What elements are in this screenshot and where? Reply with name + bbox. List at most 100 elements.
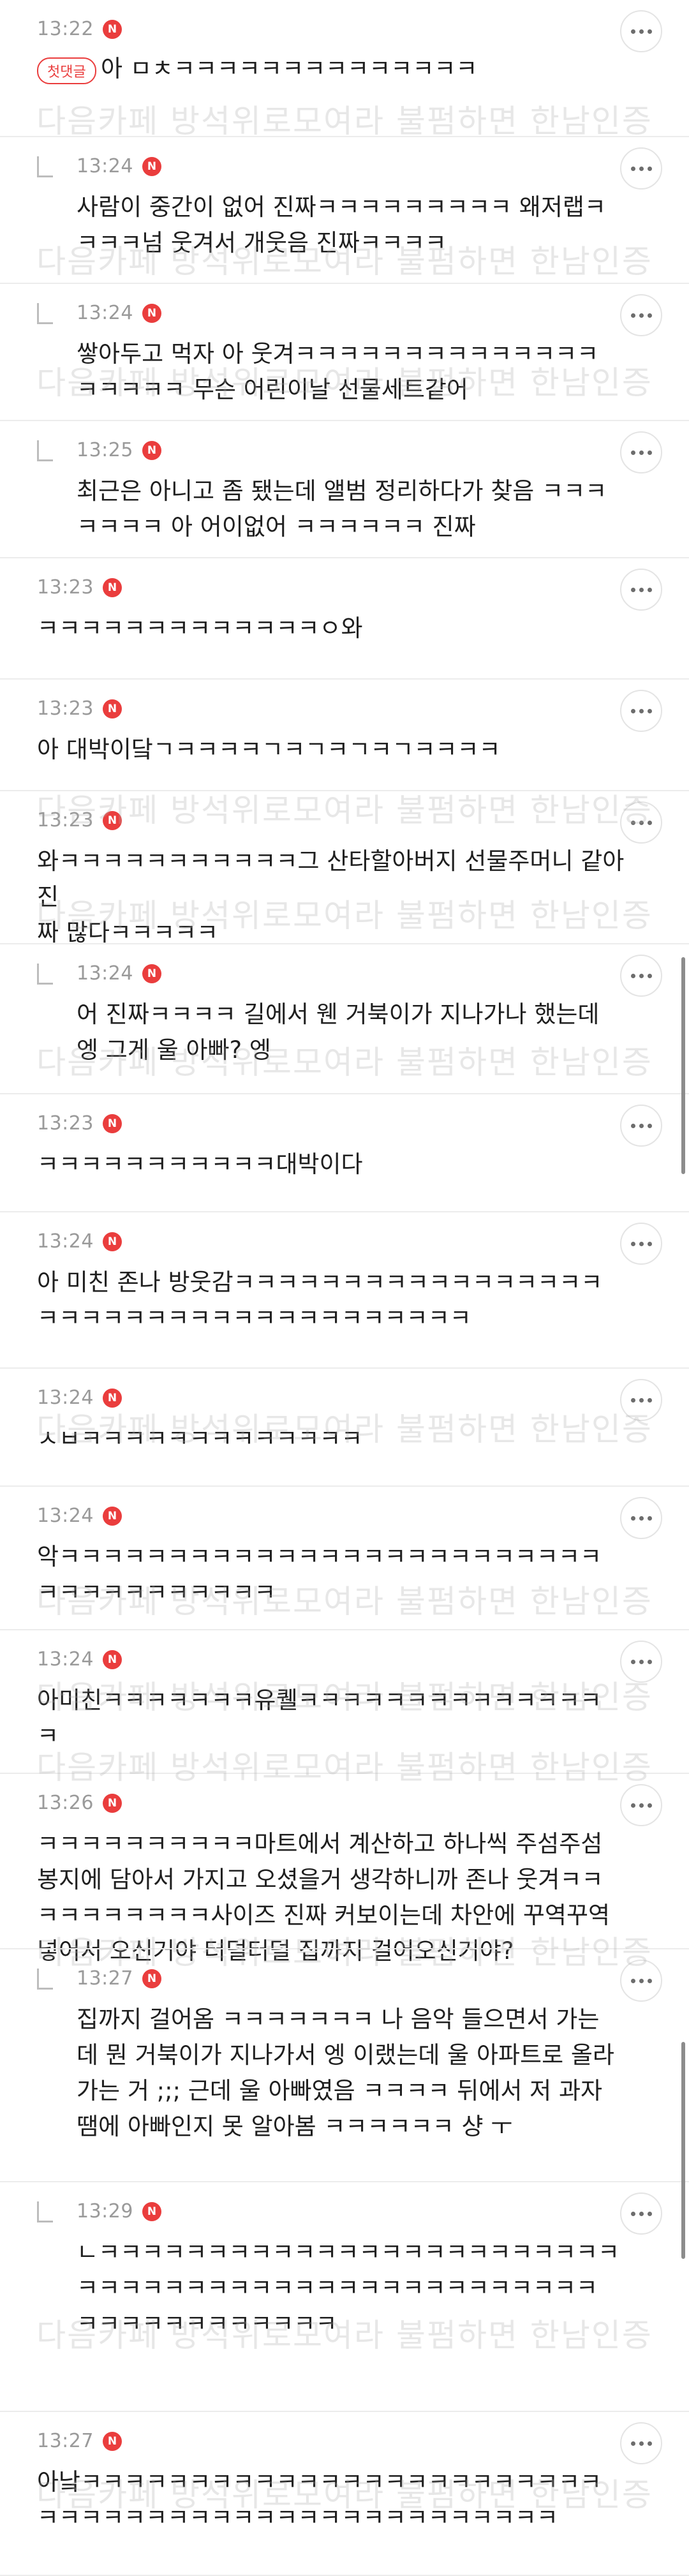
comment-text: 와ㅋㅋㅋㅋㅋㅋㅋㅋㅋㅋㅋ그 산타할아버지 선물주머니 같아 진짜 많다ㅋㅋㅋㅋㅋ	[37, 844, 637, 951]
comment-text: 아 미친 존나 방웃감ㅋㅋㅋㅋㅋㅋㅋㅋㅋㅋㅋㅋㅋㅋㅋㅋㅋ ㅋㅋㅋㅋㅋㅋㅋㅋㅋㅋㅋㅋ…	[37, 1265, 637, 1336]
comment-text: 아미친ㅋㅋㅋㅋㅋㅋㅋ유퀠ㅋㅋㅋㅋㅋㅋㅋㅋㅋㅋㅋㅋㅋㅋㅋ	[37, 1683, 637, 1754]
more-options-button[interactable]	[620, 2193, 662, 2235]
more-dot-icon	[630, 587, 635, 592]
comment-meta: 13:23 N	[37, 809, 122, 831]
more-dot-icon	[639, 1659, 644, 1664]
comment: 13:22 N 첫댓글 아 ㅁㅊㅋㅋㅋㅋㅋㅋㅋㅋㅋㅋㅋㅋㅋㅋ	[0, 0, 689, 137]
comment-line: 봉지에 담아서 가지고 오셨을거 생각하니까 존나 웃겨ㅋㅋ	[37, 1866, 604, 1893]
first-comment-badge: 첫댓글	[37, 57, 96, 84]
scrollbar-thumb-1[interactable]	[681, 957, 685, 1174]
comment-meta: 13:24 N	[77, 155, 161, 177]
more-options-button[interactable]	[620, 431, 662, 473]
more-options-button[interactable]	[620, 1641, 662, 1683]
comment-line: ㅋㅋㅋㅋ 아 어이없어 ㅋㅋㅋㅋㅋㅋ 진짜	[77, 513, 476, 540]
more-dot-icon	[639, 313, 644, 318]
comment: 13:26 N ㅋㅋㅋㅋㅋㅋㅋㅋㅋㅋ마트에서 계산하고 하나씩 주섬주섬 봉지에 담아…	[0, 1774, 689, 1965]
comment: 13:24 N 악ㅋㅋㅋㅋㅋㅋㅋㅋㅋㅋㅋㅋㅋㅋㅋㅋㅋㅋㅋㅋㅋㅋㅋㅋㅋ ㅋㅋㅋㅋㅋㅋㅋㅋ…	[0, 1487, 689, 1630]
comment-time: 13:24	[37, 1648, 94, 1671]
more-dot-icon	[647, 2211, 652, 2216]
more-dot-icon	[630, 1241, 635, 1246]
more-dot-icon	[639, 29, 644, 34]
more-dot-icon	[647, 1659, 652, 1664]
comment-time: 13:24	[77, 155, 133, 177]
more-dot-icon	[647, 29, 652, 34]
more-dot-icon	[647, 450, 652, 455]
comment-time: 13:24	[37, 1505, 94, 1527]
comment-line: 악ㅋㅋㅋㅋㅋㅋㅋㅋㅋㅋㅋㅋㅋㅋㅋㅋㅋㅋㅋㅋㅋㅋㅋㅋㅋ	[37, 1543, 602, 1570]
more-dot-icon	[647, 820, 652, 825]
new-badge-icon: N	[102, 699, 122, 718]
comment-line: 와ㅋㅋㅋㅋㅋㅋㅋㅋㅋㅋㅋ그 산타할아버지 선물주머니 같아 진	[37, 847, 625, 911]
comment-meta: 13:22 N	[37, 18, 122, 40]
comment-text: ㅅㅂㅋㅋㅋㅋㅋㅋㅋㅋㅋㅋㅋㅋㅋ	[37, 1421, 637, 1457]
comment-line: 땜에 아빠인지 못 알아봄 ㅋㅋㅋㅋㅋㅋ 샹 ㅜ	[77, 2113, 513, 2140]
more-options-button[interactable]	[620, 569, 662, 611]
more-dot-icon	[647, 587, 652, 592]
more-options-button[interactable]	[620, 1497, 662, 1539]
more-options-button[interactable]	[620, 1379, 662, 1421]
more-dot-icon	[630, 166, 635, 171]
more-dot-icon	[647, 708, 652, 713]
comment-time: 13:27	[37, 2430, 94, 2452]
comment-line: 최근은 아니고 좀 됐는데 앨범 정리하다가 찾음 ㅋㅋㅋ	[77, 477, 607, 505]
comment-text: 어 진짜ㅋㅋㅋㅋ 길에서 웬 거북이가 지나가나 했는데 엥 그게 울 아빠? 엥	[77, 997, 676, 1068]
more-options-button[interactable]	[620, 2422, 662, 2464]
more-dot-icon	[639, 708, 644, 713]
new-badge-icon: N	[142, 440, 161, 460]
more-dot-icon	[647, 1241, 652, 1246]
more-dot-icon	[647, 1803, 652, 1808]
comment-text: 악ㅋㅋㅋㅋㅋㅋㅋㅋㅋㅋㅋㅋㅋㅋㅋㅋㅋㅋㅋㅋㅋㅋㅋㅋㅋ ㅋㅋㅋㅋㅋㅋㅋㅋㅋㅋㅋ	[37, 1539, 637, 1611]
more-dot-icon	[630, 1515, 635, 1521]
more-dot-icon	[647, 2441, 652, 2446]
more-options-button[interactable]	[620, 1784, 662, 1826]
comment-line: ㅋ	[37, 1722, 59, 1750]
more-options-button[interactable]	[620, 1105, 662, 1147]
comment-line: ㅋㅋㅋㅋㅋㅋㅋㅋㅋㅋㅋㅋ	[77, 2310, 337, 2337]
comment-time: 13:24	[37, 1387, 94, 1409]
comment-line: ㄴㅋㅋㅋㅋㅋㅋㅋㅋㅋㅋㅋㅋㅋㅋㅋㅋㅋㅋㅋㅋㅋㅋㅋㅋ	[77, 2238, 619, 2266]
comment-text: 아 대박이닼ㄱㅋㅋㅋㅋㄱㅋㄱㅋㄱㅋㄱㅋㅋㅋㅋ	[37, 732, 637, 768]
more-options-button[interactable]	[620, 690, 662, 732]
comment-time: 13:23	[37, 576, 94, 599]
reply-comment: 13:24 N 어 진짜ㅋㅋㅋㅋ 길에서 웬 거북이가 지나가나 했는데 엥 그게 울…	[0, 944, 689, 1094]
new-badge-icon: N	[102, 810, 122, 830]
reply-comment: 13:24 N 사람이 중간이 없어 진짜ㅋㅋㅋㅋㅋㅋㅋㅋㅋ 왜저랩ㅋ ㅋㅋㅋ넘 웃겨…	[0, 137, 689, 284]
comment-time: 13:27	[77, 1967, 133, 1990]
comment-line: ㅋㅋㅋㅋㅋ 무슨 어린이날 선물세트같어	[77, 376, 468, 403]
more-dot-icon	[639, 1397, 644, 1403]
new-badge-icon: N	[102, 1388, 122, 1408]
more-dot-icon	[630, 708, 635, 713]
comment-line: 엥 그게 울 아빠? 엥	[77, 1036, 271, 1064]
comment: 13:24 N 아 미친 존나 방웃감ㅋㅋㅋㅋㅋㅋㅋㅋㅋㅋㅋㅋㅋㅋㅋㅋㅋ ㅋㅋㅋㅋㅋㅋ…	[0, 1212, 689, 1369]
reply-arrow-icon	[37, 1969, 53, 1990]
new-badge-icon: N	[102, 577, 122, 597]
more-options-button[interactable]	[620, 801, 662, 844]
more-options-button[interactable]	[620, 10, 662, 52]
comment: 13:23 N ㅋㅋㅋㅋㅋㅋㅋㅋㅋㅋㅋㅋㅋㅇ와	[0, 558, 689, 680]
comment-text: 쌓아두고 먹자 아 웃겨ㅋㅋㅋㅋㅋㅋㅋㅋㅋㅋㅋㅋㅋㅋ ㅋㅋㅋㅋㅋ 무슨 어린이날 …	[77, 336, 676, 408]
more-options-button[interactable]	[620, 955, 662, 997]
scrollbar-thumb-2[interactable]	[681, 2042, 685, 2259]
more-options-button[interactable]	[620, 1960, 662, 2002]
comment-meta: 13:24 N	[37, 1230, 122, 1253]
comment-meta: 13:23 N	[37, 697, 122, 720]
more-dot-icon	[639, 1978, 644, 1983]
comment-line: 쌓아두고 먹자 아 웃겨ㅋㅋㅋㅋㅋㅋㅋㅋㅋㅋㅋㅋㅋㅋ	[77, 340, 599, 368]
comment-text: 최근은 아니고 좀 됐는데 앨범 정리하다가 찾음 ㅋㅋㅋ ㅋㅋㅋㅋ 아 어이없어…	[77, 473, 676, 545]
reply-arrow-icon	[37, 440, 53, 461]
new-badge-icon: N	[102, 1793, 122, 1813]
more-dot-icon	[647, 1123, 652, 1128]
comment-meta: 13:24 N	[77, 962, 161, 985]
more-dot-icon	[630, 29, 635, 34]
comment: 13:24 N 아미친ㅋㅋㅋㅋㅋㅋㅋ유퀠ㅋㅋㅋㅋㅋㅋㅋㅋㅋㅋㅋㅋㅋㅋㅋ	[0, 1630, 689, 1774]
more-dot-icon	[630, 820, 635, 825]
comment-meta: 13:23 N	[37, 576, 122, 599]
comment-meta: 13:24 N	[37, 1648, 122, 1671]
new-badge-icon: N	[102, 1506, 122, 1526]
more-dot-icon	[630, 1123, 635, 1128]
more-dot-icon	[639, 973, 644, 978]
comment-meta: 13:26 N	[37, 1792, 122, 1814]
more-options-button[interactable]	[620, 147, 662, 190]
more-options-button[interactable]	[620, 1223, 662, 1265]
more-options-button[interactable]	[620, 294, 662, 336]
